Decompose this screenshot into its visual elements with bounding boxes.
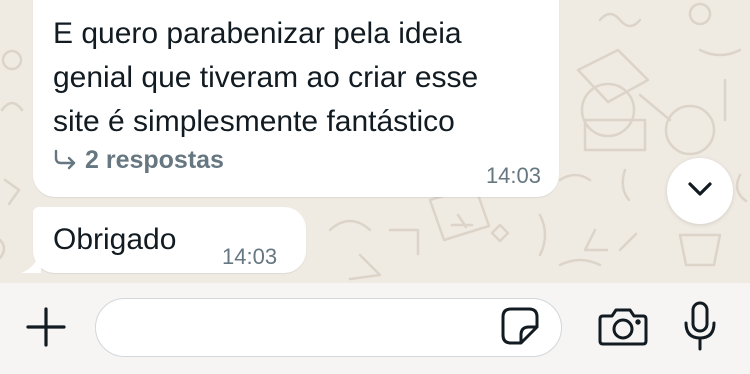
message-input[interactable]: [95, 298, 562, 357]
microphone-icon: [683, 301, 717, 358]
camera-icon: [598, 306, 648, 351]
chevron-down-icon: [687, 181, 713, 202]
reply-arrow-icon: [53, 149, 77, 171]
message-timestamp: 14:03: [485, 163, 541, 188]
bubble-tail: [21, 253, 41, 273]
scroll-to-bottom-button[interactable]: [667, 158, 733, 224]
message-bubble-incoming[interactable]: E quero parabenizar pela ideia genial qu…: [33, 0, 559, 197]
replies-count-label: 2 respostas: [85, 145, 224, 174]
chat-area: E quero parabenizar pela ideia genial qu…: [0, 0, 750, 283]
message-timestamp: 14:03: [222, 244, 278, 269]
message-text: Obrigado: [53, 223, 177, 256]
message-bubble-incoming[interactable]: Obrigado 14:03: [21, 207, 306, 273]
attach-button[interactable]: [22, 305, 70, 353]
voice-message-button[interactable]: [680, 301, 720, 357]
sticker-icon: [501, 307, 539, 350]
message-composer: [0, 283, 750, 374]
plus-icon: [26, 306, 66, 352]
sticker-button[interactable]: [500, 307, 540, 350]
replies-link[interactable]: 2 respostas: [53, 144, 224, 176]
camera-button[interactable]: [596, 306, 650, 350]
message-text: E quero parabenizar pela ideia genial qu…: [53, 17, 479, 138]
